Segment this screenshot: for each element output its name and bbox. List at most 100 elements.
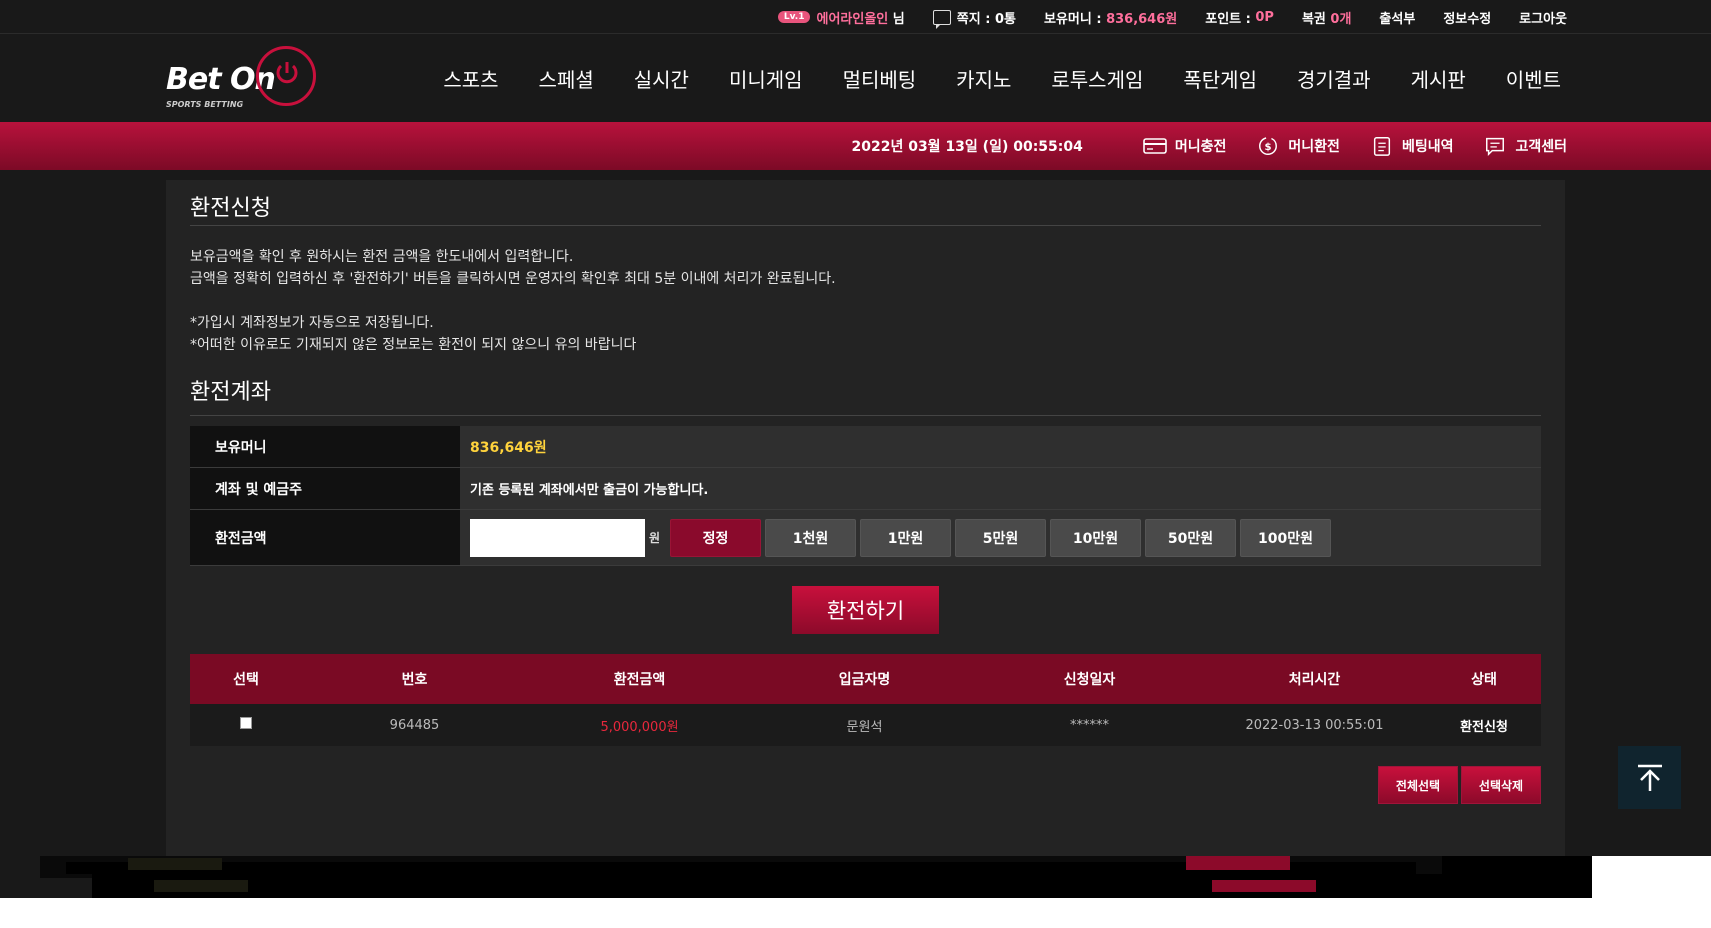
instruction-line: *가입시 계좌정보가 자동으로 저장됩니다.	[190, 315, 434, 331]
amount-field-cell: 원 정정 1천원 1만원 5만원 10만원 50만원 100만원	[460, 510, 1541, 565]
page: Lv.1 에어라인올인 님 쪽지 : 0통 보유머니 : 836,646원 포인…	[0, 0, 1711, 928]
section-title-withdraw-request: 환전신청	[190, 196, 271, 221]
ghost-button	[1186, 856, 1290, 870]
won-unit: 원	[649, 531, 661, 545]
account-field-value: 기존 등록된 계좌에서만 출금이 가능합니다.	[460, 468, 1541, 509]
instructions: 보유금액을 확인 후 원하시는 환전 금액을 한도내에서 입력합니다. 금액을 …	[190, 246, 836, 356]
site-logo[interactable]: Bet On SPORTS BETTING	[166, 42, 318, 112]
balance-value: 836,646원	[1106, 11, 1178, 27]
delete-selected-button[interactable]: 선택삭제	[1461, 766, 1541, 804]
amount-field-label: 환전금액	[190, 510, 460, 565]
user-suffix: 님	[892, 11, 905, 27]
content-panel: 환전신청 보유금액을 확인 후 원하시는 환전 금액을 한도내에서 입력합니다.…	[166, 180, 1565, 856]
table-row: 964485 5,000,000원 문원석 ****** 2022-03-13 …	[190, 704, 1541, 746]
sub-nav: 2022년 03월 13일 (일) 00:55:04 머니충전 $ 머니환전 베…	[851, 122, 1567, 170]
nav-casino[interactable]: 카지노	[956, 64, 1011, 93]
col-header-depositor: 입금자명	[838, 672, 891, 688]
sub-nav-strip: 2022년 03월 13일 (일) 00:55:04 머니충전 $ 머니환전 베…	[0, 122, 1711, 170]
support-label: 고객센터	[1515, 139, 1567, 155]
table-header: 선택 번호 환전금액 입금자명 신청일자 처리시간 상태	[190, 654, 1541, 704]
nav-event[interactable]: 이벤트	[1506, 64, 1561, 93]
row-request-date: ******	[1070, 717, 1109, 733]
balance-info: 보유머니 : 836,646원	[1044, 8, 1177, 27]
row-amount: 5,000,000원	[600, 719, 679, 735]
arrow-up-icon	[1637, 764, 1662, 791]
messages-label: 쪽지 :	[956, 11, 991, 27]
nav-bomb[interactable]: 폭탄게임	[1183, 64, 1257, 93]
level-badge: Lv.1	[777, 11, 811, 23]
nav-multibet[interactable]: 멀티베팅	[843, 64, 917, 93]
withdraw-link[interactable]: $ 머니환전	[1256, 135, 1340, 157]
profile-link[interactable]: 정보수정	[1443, 8, 1491, 27]
support-link[interactable]: 고객센터	[1483, 135, 1567, 157]
deposit-link[interactable]: 머니충전	[1143, 135, 1227, 157]
attendance-link[interactable]: 출석부	[1379, 8, 1415, 27]
row-processed-time: 2022-03-13 00:55:01	[1245, 717, 1384, 733]
balance-field-value-cell: 836,646원	[460, 426, 1541, 467]
instruction-line: 금액을 정확히 입력하신 후 '환전하기' 버튼을 클릭하시면 운영자의 확인후…	[190, 271, 836, 287]
row-depositor: 문원석	[846, 719, 883, 735]
add-100k-button[interactable]: 10만원	[1050, 518, 1142, 557]
logout-link[interactable]: 로그아웃	[1519, 8, 1567, 27]
row-number: 964485	[389, 717, 440, 733]
nav-special[interactable]: 스페셜	[539, 64, 594, 93]
balance-label: 보유머니 :	[1043, 11, 1102, 27]
select-all-button[interactable]: 전체선택	[1378, 766, 1458, 804]
add-500k-button[interactable]: 50만원	[1145, 518, 1237, 557]
account-field-label: 계좌 및 예금주	[190, 468, 460, 509]
lottery-value: 0개	[1330, 11, 1352, 27]
balance-field-value: 836,646원	[470, 439, 547, 456]
add-1k-button[interactable]: 1천원	[765, 518, 857, 557]
messages-link[interactable]: 쪽지 : 0통	[932, 8, 1016, 29]
ghost-label	[128, 858, 222, 870]
add-10k-button[interactable]: 1만원	[860, 518, 952, 557]
logo-subtitle: SPORTS BETTING	[166, 100, 244, 109]
chat-icon	[1486, 137, 1505, 157]
nav-lotus[interactable]: 로투스게임	[1051, 64, 1143, 93]
nav-minigame[interactable]: 미니게임	[729, 64, 803, 93]
section-title-withdraw-account: 환전계좌	[190, 380, 271, 405]
current-datetime: 2022년 03월 13일 (일) 00:55:04	[851, 139, 1083, 155]
nav-sports[interactable]: 스포츠	[443, 64, 498, 93]
points-label: 포인트 :	[1205, 11, 1251, 27]
reset-button[interactable]: 정정	[670, 518, 762, 557]
nav-results[interactable]: 경기결과	[1297, 64, 1371, 93]
withdraw-form: 보유머니 836,646원 계좌 및 예금주 기존 등록된 계좌에서만 출금이 …	[190, 426, 1541, 566]
betting-history-link[interactable]: 베팅내역	[1370, 135, 1454, 157]
scroll-to-top-button[interactable]	[1618, 746, 1681, 809]
add-50k-button[interactable]: 5만원	[955, 518, 1047, 557]
instruction-line: 보유금액을 확인 후 원하시는 환전 금액을 한도내에서 입력합니다.	[190, 249, 574, 265]
ghost-block	[1442, 856, 1592, 898]
deposit-label: 머니충전	[1174, 139, 1227, 155]
col-header-processed-time: 처리시간	[1288, 672, 1341, 688]
points-info: 포인트 : 0P	[1205, 8, 1274, 27]
power-icon	[276, 62, 298, 84]
row-status: 환전신청	[1460, 719, 1508, 735]
nav-board[interactable]: 게시판	[1411, 64, 1466, 93]
withdraw-label: 머니환전	[1288, 139, 1340, 155]
amount-input[interactable]	[470, 518, 645, 557]
row-checkbox[interactable]	[240, 717, 252, 729]
blank-area	[1592, 856, 1711, 898]
divider	[190, 415, 1541, 416]
col-header-select: 선택	[233, 672, 259, 688]
balance-field-label: 보유머니	[190, 426, 460, 467]
instruction-spacer	[190, 290, 836, 312]
messages-count: 0통	[994, 11, 1016, 27]
svg-text:$: $	[1265, 142, 1272, 153]
add-1m-button[interactable]: 100만원	[1240, 518, 1332, 557]
clipboard-icon	[1373, 137, 1391, 156]
withdraw-history-table: 선택 번호 환전금액 입금자명 신청일자 처리시간 상태 964485 5,00…	[190, 654, 1541, 746]
form-row-account: 계좌 및 예금주 기존 등록된 계좌에서만 출금이 가능합니다.	[190, 468, 1541, 510]
lottery-label: 복권	[1301, 11, 1326, 27]
nav-live[interactable]: 실시간	[634, 64, 689, 93]
username: 에어라인올인	[816, 11, 889, 27]
message-icon	[932, 9, 951, 29]
divider	[190, 225, 1541, 226]
betting-history-label: 베팅내역	[1401, 139, 1454, 155]
user-level: Lv.1 에어라인올인 님	[777, 8, 905, 27]
withdraw-submit-button[interactable]: 환전하기	[792, 586, 939, 634]
header: Bet On SPORTS BETTING 스포츠 스페셜 실시간 미니게임 멀…	[0, 34, 1711, 122]
lottery-info[interactable]: 복권 0개	[1302, 8, 1351, 27]
points-value: 0P	[1255, 9, 1274, 25]
